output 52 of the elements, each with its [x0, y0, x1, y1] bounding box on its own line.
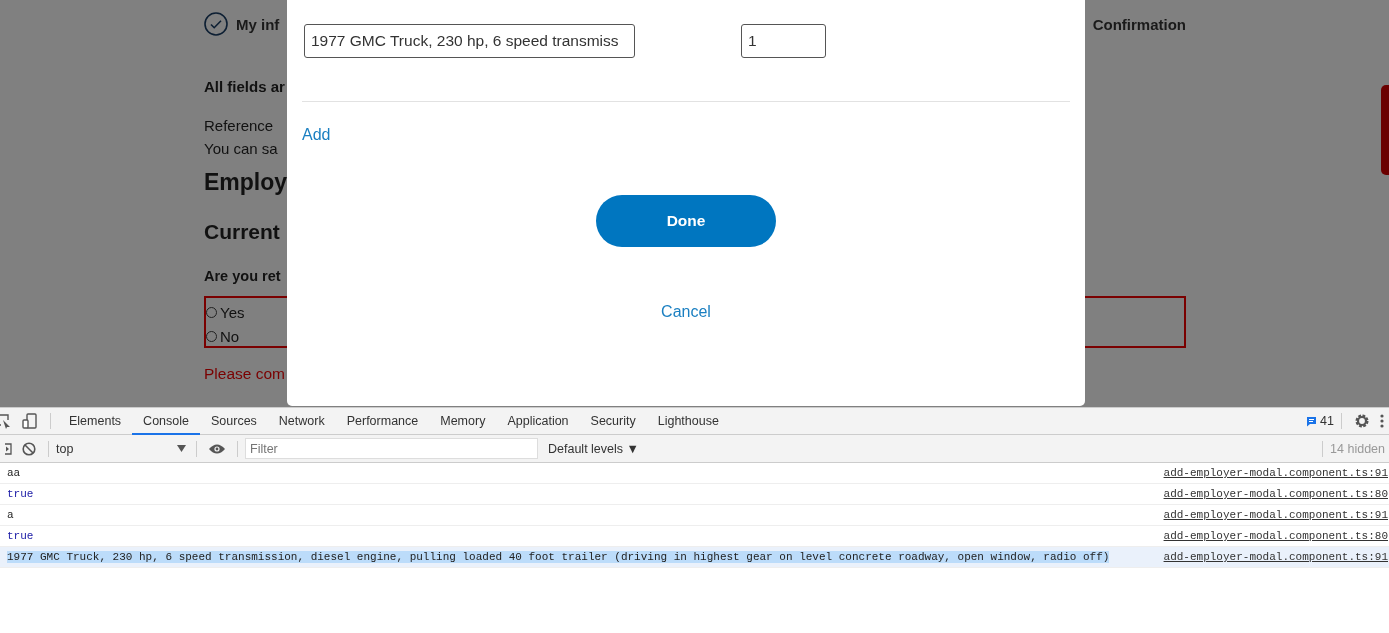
source-link[interactable]: add-employer-modal.component.ts:91 — [1163, 551, 1388, 563]
step-label: My inf — [236, 15, 280, 33]
save-note: You can sa — [204, 140, 278, 157]
cancel-link[interactable]: Cancel — [661, 303, 711, 321]
radio-label: Yes — [220, 303, 245, 321]
description-field[interactable]: 1977 GMC Truck, 230 hp, 6 speed transmiss — [304, 24, 635, 58]
eye-icon[interactable] — [209, 443, 225, 454]
console-message: true — [7, 488, 34, 500]
device-icon[interactable] — [22, 413, 38, 429]
devtools-tab[interactable]: Sources — [200, 407, 268, 435]
console-message: 1977 GMC Truck, 230 hp, 6 speed transmission, diesel engine, pulling loaded 40 foot trailer (driving in highest gear on level concrete roadway, open window, radio off) — [7, 551, 1110, 563]
source-link[interactable]: add-employer-modal.component.ts:91 — [1163, 509, 1388, 521]
devtools-tab[interactable]: Lighthouse — [646, 407, 730, 435]
devtools-tab[interactable]: Memory — [429, 407, 497, 435]
quantity-field[interactable]: 1 — [741, 24, 826, 58]
devtools-tab[interactable]: Application — [496, 407, 580, 435]
source-link[interactable]: add-employer-modal.component.ts:80 — [1163, 530, 1388, 542]
reference-note: Reference — [204, 117, 274, 134]
devtools-tab[interactable]: Security — [579, 407, 647, 435]
source-link[interactable]: add-employer-modal.component.ts:91 — [1163, 467, 1388, 479]
console-row[interactable]: true add-employer-modal.component.ts:80 — [0, 484, 1389, 505]
console-row[interactable]: aa add-employer-modal.component.ts:91 — [0, 463, 1389, 484]
hidden-count: 14 hidden — [1330, 441, 1385, 456]
add-link[interactable]: Add — [302, 126, 331, 144]
done-button[interactable]: Done — [596, 195, 776, 247]
inspect-icon[interactable] — [0, 413, 12, 429]
page-heading: Employ — [204, 169, 288, 196]
section-heading: Current — [204, 220, 280, 244]
clear-icon[interactable] — [22, 441, 36, 456]
console-message: a — [7, 509, 14, 521]
step-label: Confirmation — [1092, 15, 1186, 33]
radio-label: No — [220, 327, 240, 345]
levels-dropdown[interactable]: Default levels ▼ — [548, 441, 639, 456]
required-note: All fields ar — [204, 78, 285, 95]
error-message: Please com — [204, 365, 285, 383]
context-select[interactable]: top — [56, 441, 189, 456]
settings-icon[interactable] — [1354, 413, 1370, 429]
console-message: true — [7, 530, 34, 542]
filter-field[interactable]: Filter — [245, 438, 538, 459]
caret-icon — [177, 445, 186, 452]
message-count: 41 — [1320, 414, 1334, 428]
console-row[interactable] — [0, 547, 1389, 568]
devtools-tab[interactable]: Performance — [335, 407, 430, 435]
message-icon — [1306, 415, 1318, 427]
more-icon[interactable] — [1380, 414, 1384, 428]
sidebar-icon[interactable] — [5, 442, 12, 455]
devtools-tab[interactable]: Elements — [58, 407, 133, 435]
question-label: Are you ret — [204, 268, 281, 284]
source-link[interactable]: add-employer-modal.component.ts:80 — [1163, 488, 1388, 500]
devtools-tab[interactable]: Network — [267, 407, 336, 435]
console-message: aa — [7, 467, 21, 479]
console-row[interactable]: a add-employer-modal.component.ts:91 — [0, 505, 1389, 526]
